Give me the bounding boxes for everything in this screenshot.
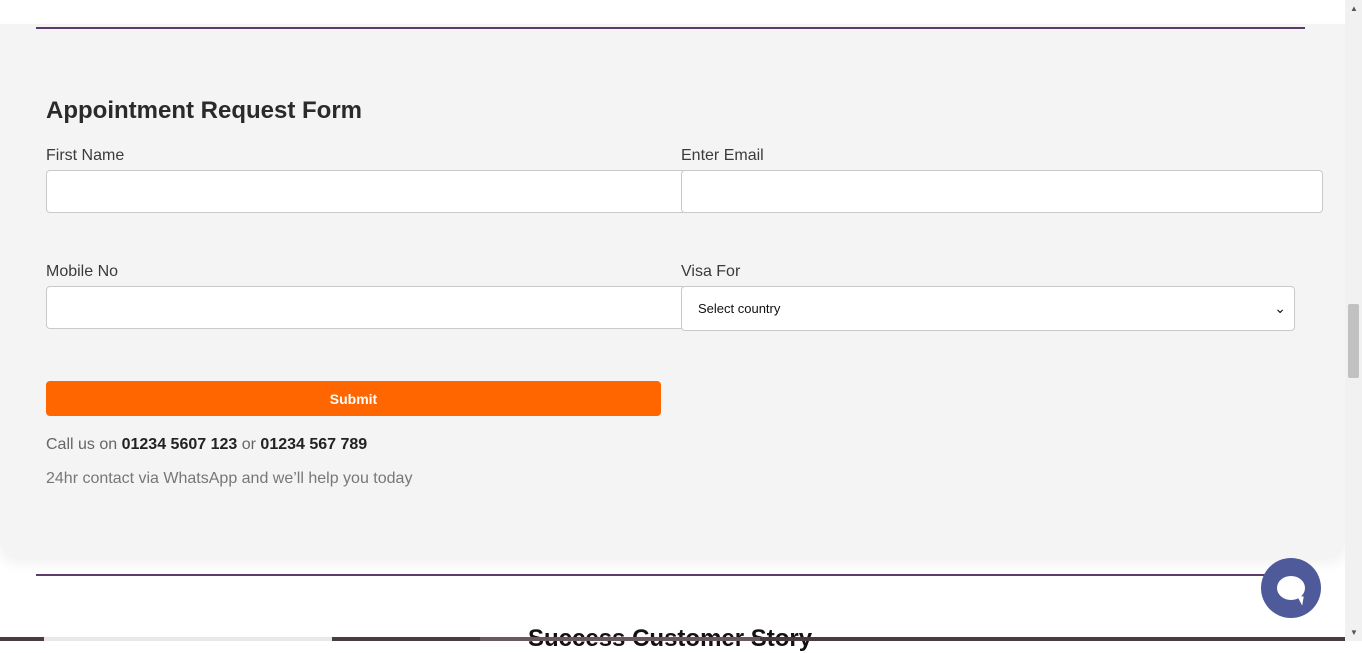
chat-bubble-icon (1277, 576, 1305, 600)
phone-number-1: 01234 5607 123 (121, 436, 238, 453)
scroll-down-icon[interactable]: ▼ (1350, 628, 1358, 637)
phone-number-2: 01234 567 789 (260, 436, 368, 453)
visa-country-select[interactable]: Select country ⌄ (681, 286, 1295, 331)
mobile-input[interactable] (46, 286, 686, 329)
visa-label: Visa For (681, 263, 741, 280)
chevron-down-icon: ⌄ (1274, 300, 1286, 316)
first-name-label: First Name (46, 147, 125, 164)
scrollbar-thumb[interactable] (1348, 304, 1359, 378)
submit-button[interactable]: Submit (46, 381, 661, 416)
visa-select-value: Select country (698, 301, 781, 316)
chat-launcher-button[interactable] (1261, 558, 1321, 618)
strip-segment (480, 637, 760, 641)
call-us-text: Call us on 01234 5607 123 or 01234 567 7… (46, 436, 367, 454)
or-text: or (241, 436, 256, 453)
whatsapp-text: 24hr contact via WhatsApp and we’ll help… (46, 470, 413, 487)
bottom-image-strip (0, 637, 1345, 641)
first-name-input[interactable] (46, 170, 686, 213)
mobile-label: Mobile No (46, 263, 119, 280)
bottom-divider (36, 574, 1298, 576)
strip-segment (44, 637, 332, 641)
call-prefix: Call us on (46, 436, 118, 453)
top-divider (36, 27, 1305, 29)
email-label: Enter Email (681, 147, 764, 164)
page-scrollbar[interactable]: ▲ ▼ (1345, 0, 1362, 641)
form-title: Appointment Request Form (46, 97, 362, 124)
email-input[interactable] (681, 170, 1323, 213)
scroll-up-icon[interactable]: ▲ (1350, 4, 1358, 13)
